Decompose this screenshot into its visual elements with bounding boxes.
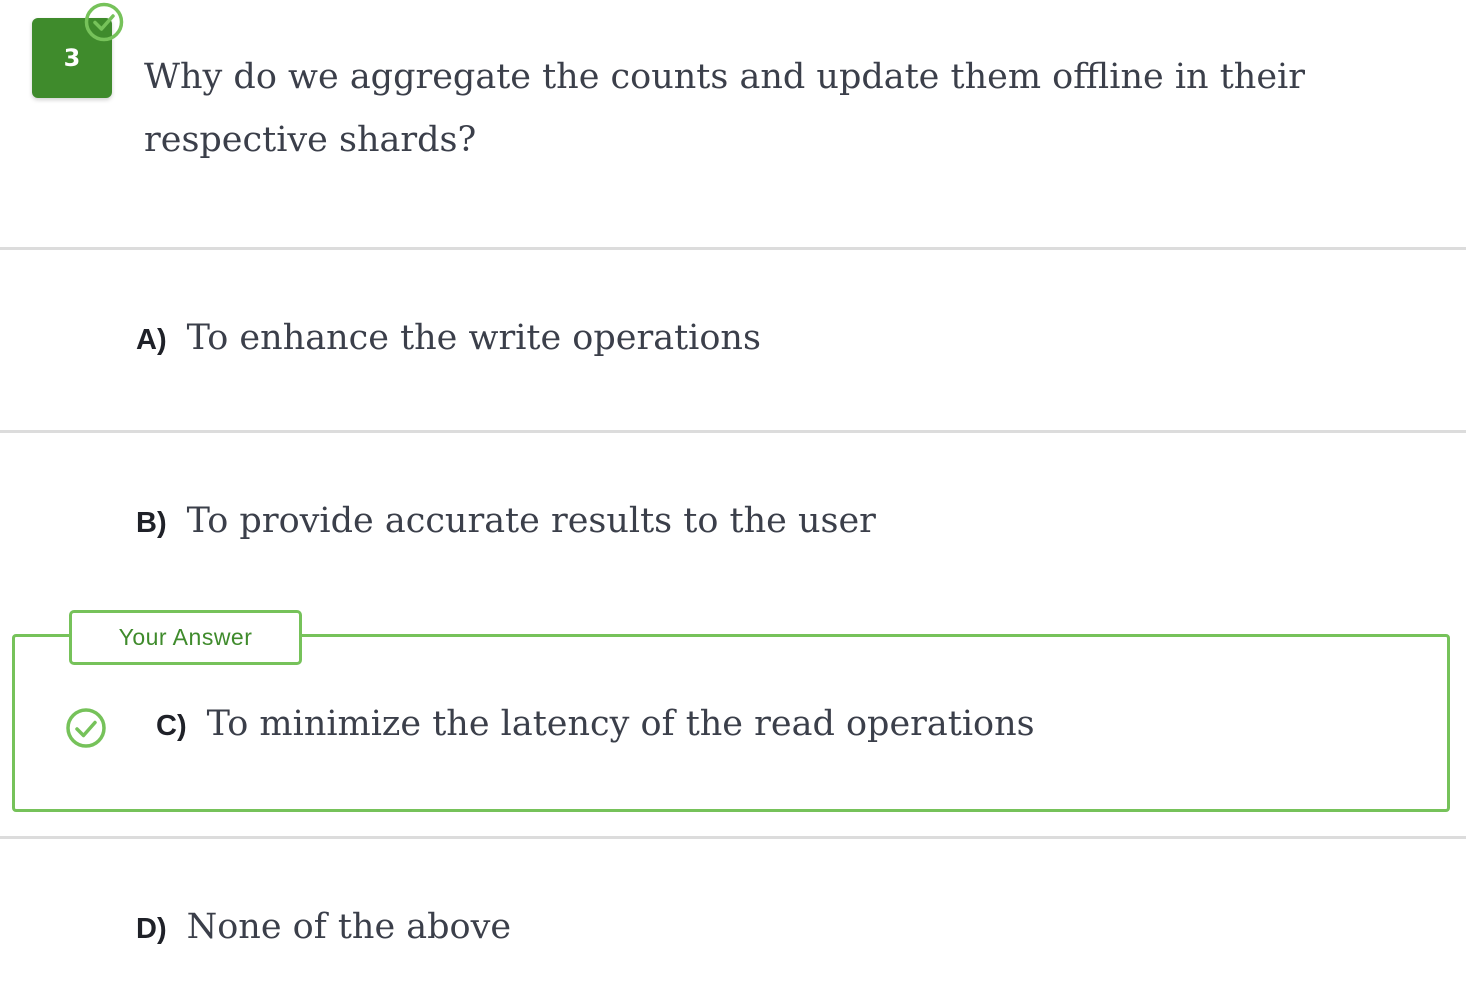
option-d[interactable]: D) None of the above: [136, 907, 511, 947]
divider: [0, 247, 1466, 250]
option-text: To minimize the latency of the read oper…: [206, 704, 1035, 744]
question-text: Why do we aggregate the counts and updat…: [144, 57, 1305, 160]
option-text: To enhance the write operations: [186, 318, 761, 358]
option-letter: C): [156, 710, 187, 742]
question-number: 3: [63, 44, 81, 72]
option-a[interactable]: A) To enhance the write operations: [136, 318, 761, 358]
option-b[interactable]: B) To provide accurate results to the us…: [136, 501, 876, 541]
check-circle-icon: [66, 708, 106, 748]
option-text: To provide accurate results to the user: [186, 501, 876, 541]
option-letter: B): [136, 507, 167, 539]
option-text: None of the above: [186, 907, 512, 947]
divider: [0, 836, 1466, 839]
option-letter: D): [136, 913, 167, 945]
your-answer-label: Your Answer: [118, 624, 253, 650]
check-circle-icon: [84, 2, 124, 42]
option-letter: A): [136, 324, 167, 356]
your-answer-tag: Your Answer: [69, 610, 302, 665]
divider: [0, 430, 1466, 433]
option-c[interactable]: C) To minimize the latency of the read o…: [156, 704, 1035, 744]
